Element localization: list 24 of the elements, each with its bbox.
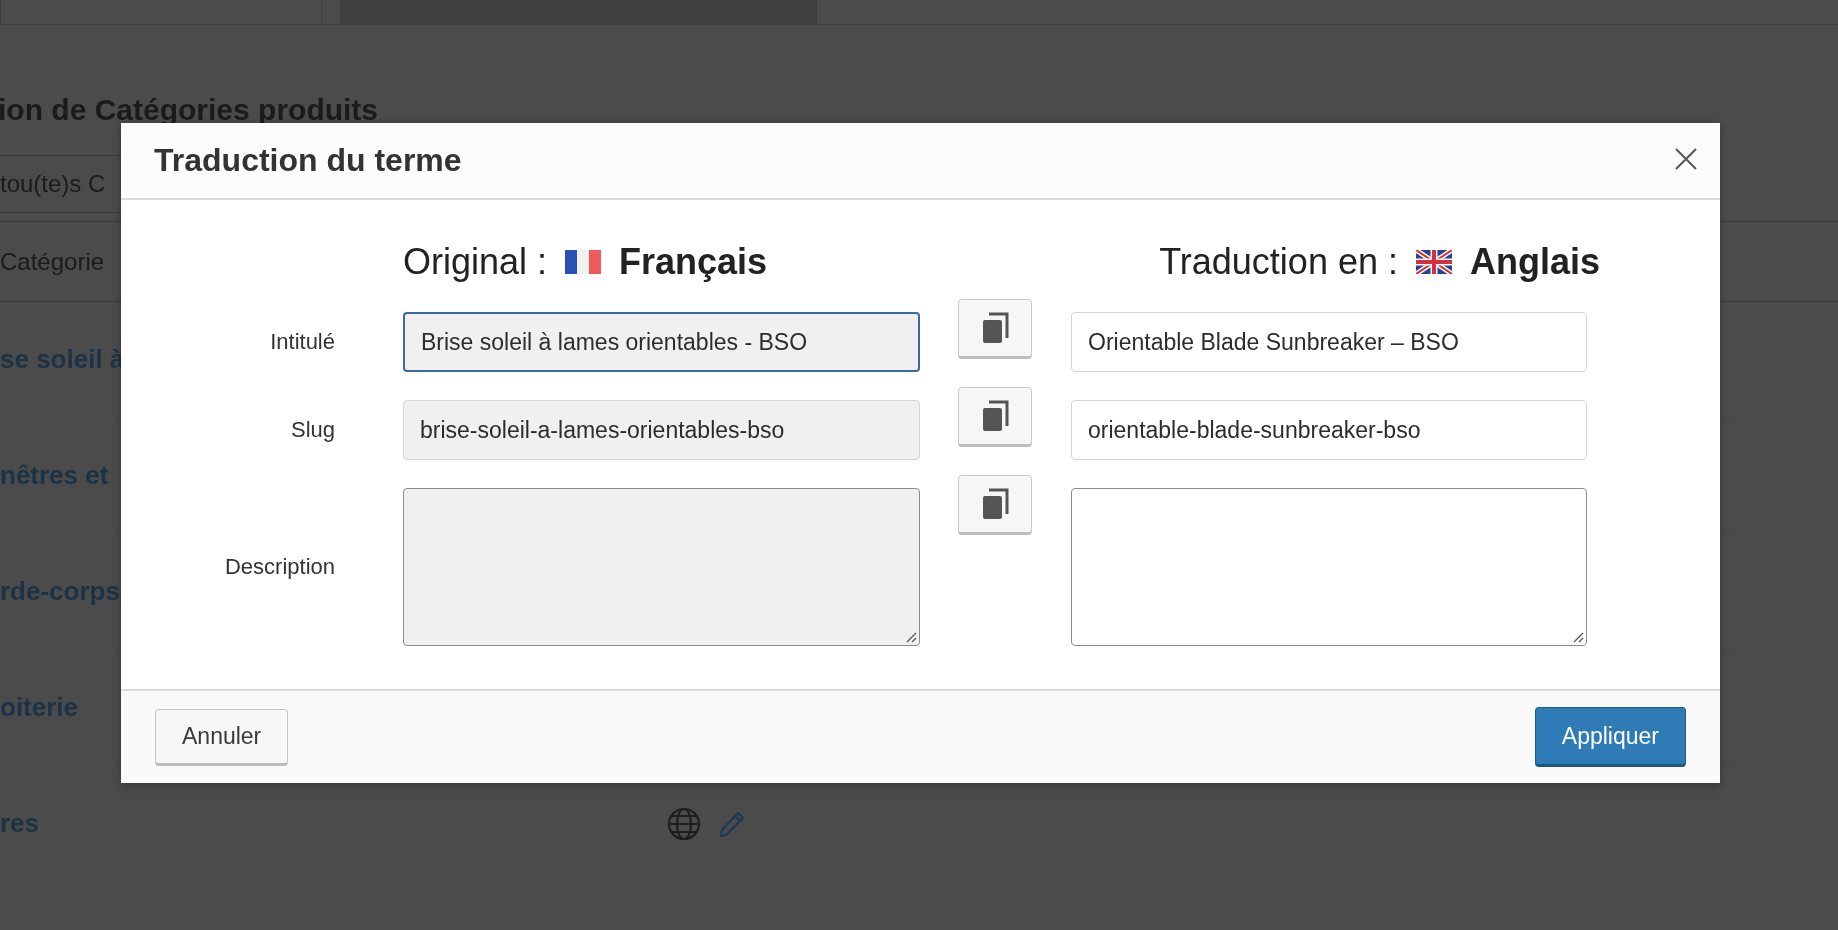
cancel-button[interactable]: Annuler [155,708,289,766]
language-name: Anglais [1469,241,1600,283]
translation-field[interactable]: Orientable Blade Sunbreaker – BSO [1071,312,1587,372]
translation-field[interactable]: orientable-blade-sunbreaker-bso [1071,400,1587,460]
field-label: Description [223,554,335,580]
copy-icon [981,400,1009,432]
copy-button[interactable] [958,299,1032,359]
original-field[interactable]: brise-soleil-a-lames-orientables-bso [403,400,920,460]
column-label: Traduction en : [1159,241,1398,283]
copy-button[interactable] [958,475,1032,535]
apply-button[interactable]: Appliquer [1534,707,1686,767]
copy-icon [981,488,1009,520]
copy-icon [981,312,1009,344]
field-label: Slug [289,417,335,443]
resize-handle-icon[interactable] [905,631,917,643]
original-field[interactable]: Brise soleil à lames orientables - BSO [403,312,920,372]
language-name: Français [619,241,768,283]
resize-handle-icon[interactable] [1572,631,1584,643]
flag-icon [565,250,602,274]
flag-icon [1415,250,1452,274]
column-label: Original : [403,241,548,283]
field-label: Intitulé [269,329,335,355]
copy-button[interactable] [958,387,1032,447]
dialog-title: Traduction du terme [154,142,462,179]
